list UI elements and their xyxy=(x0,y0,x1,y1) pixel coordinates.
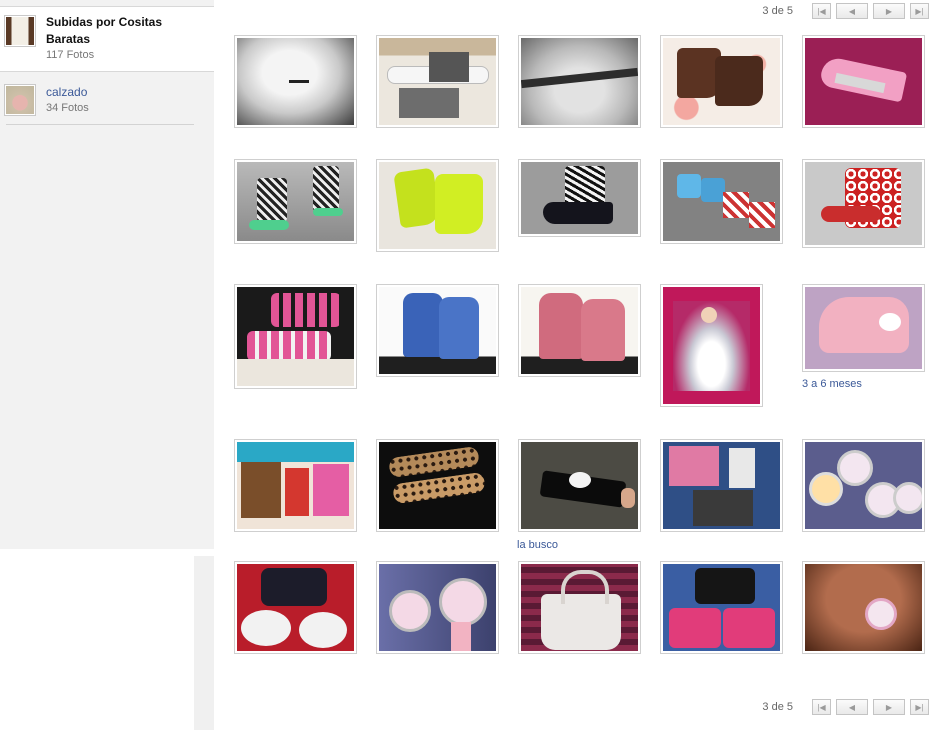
next-page-icon: ▶ xyxy=(885,702,893,712)
page-indicator: 3 de 5 xyxy=(762,5,793,17)
next-page-button[interactable]: ▶ xyxy=(873,699,905,715)
previous-page-button[interactable]: ◀ xyxy=(836,699,868,715)
photo-caption[interactable]: la busco xyxy=(517,539,558,551)
album-title: Subidas por Cositas Baratas xyxy=(46,15,163,46)
album-photo-count: 117 Fotos xyxy=(46,49,95,61)
photo-caption[interactable]: 3 a 6 meses xyxy=(802,378,862,390)
photo-thumbnail[interactable] xyxy=(234,439,357,532)
photo-thumbnail[interactable] xyxy=(802,439,925,532)
photo-thumbnail[interactable] xyxy=(376,284,499,377)
photo-thumbnail[interactable] xyxy=(518,284,641,377)
album-thumbnail[interactable] xyxy=(4,15,36,47)
next-page-icon: ▶ xyxy=(885,6,893,16)
photo-thumbnail[interactable] xyxy=(376,159,499,252)
photo-thumbnail[interactable] xyxy=(234,561,357,654)
previous-page-icon: ◀ xyxy=(848,702,856,712)
first-page-button[interactable]: |◀ xyxy=(812,3,831,19)
page-indicator: 3 de 5 xyxy=(762,701,793,713)
photo-thumbnail[interactable] xyxy=(376,439,499,532)
photo-thumbnail[interactable] xyxy=(802,35,925,128)
next-page-button[interactable]: ▶ xyxy=(873,3,905,19)
first-page-icon: |◀ xyxy=(817,6,826,16)
sidebar-strip xyxy=(194,556,214,730)
divider xyxy=(6,124,194,125)
first-page-button[interactable]: |◀ xyxy=(812,699,831,715)
photo-thumbnail[interactable] xyxy=(660,561,783,654)
previous-page-icon: ◀ xyxy=(848,6,856,16)
last-page-button[interactable]: ▶| xyxy=(910,3,929,19)
previous-page-button[interactable]: ◀ xyxy=(836,3,868,19)
pager-top: 3 de 5 |◀ ◀ ▶ ▶| xyxy=(762,1,929,21)
photo-thumbnail[interactable] xyxy=(518,159,641,237)
photo-thumbnail[interactable] xyxy=(802,561,925,654)
photo-thumbnail[interactable] xyxy=(518,439,641,532)
photo-thumbnail[interactable] xyxy=(802,159,925,248)
photo-thumbnail[interactable] xyxy=(234,159,357,244)
last-page-button[interactable]: ▶| xyxy=(910,699,929,715)
photo-thumbnail[interactable] xyxy=(802,284,925,372)
album-item-calzado[interactable]: calzado 34 Fotos xyxy=(0,72,214,124)
album-item-current[interactable]: Subidas por Cositas Baratas 117 Fotos xyxy=(0,7,214,72)
pager-bottom: 3 de 5 |◀ ◀ ▶ ▶| xyxy=(762,697,929,717)
album-link[interactable]: calzado xyxy=(46,85,87,99)
photo-thumbnail[interactable] xyxy=(234,284,357,389)
first-page-icon: |◀ xyxy=(817,702,826,712)
photo-thumbnail[interactable] xyxy=(518,35,641,128)
album-sidebar: Subidas por Cositas Baratas 117 Fotos ca… xyxy=(0,0,214,549)
album-thumbnail[interactable] xyxy=(4,84,36,116)
photo-thumbnail[interactable] xyxy=(518,561,641,654)
last-page-icon: ▶| xyxy=(915,6,924,16)
photo-thumbnail[interactable] xyxy=(660,439,783,532)
photo-thumbnail[interactable] xyxy=(660,35,783,128)
photo-thumbnail[interactable] xyxy=(234,35,357,128)
last-page-icon: ▶| xyxy=(915,702,924,712)
photo-thumbnail[interactable] xyxy=(660,159,783,244)
photo-thumbnail[interactable] xyxy=(376,561,499,654)
album-photo-count: 34 Fotos xyxy=(46,102,89,114)
photo-thumbnail[interactable] xyxy=(376,35,499,128)
photo-thumbnail[interactable] xyxy=(660,284,763,407)
